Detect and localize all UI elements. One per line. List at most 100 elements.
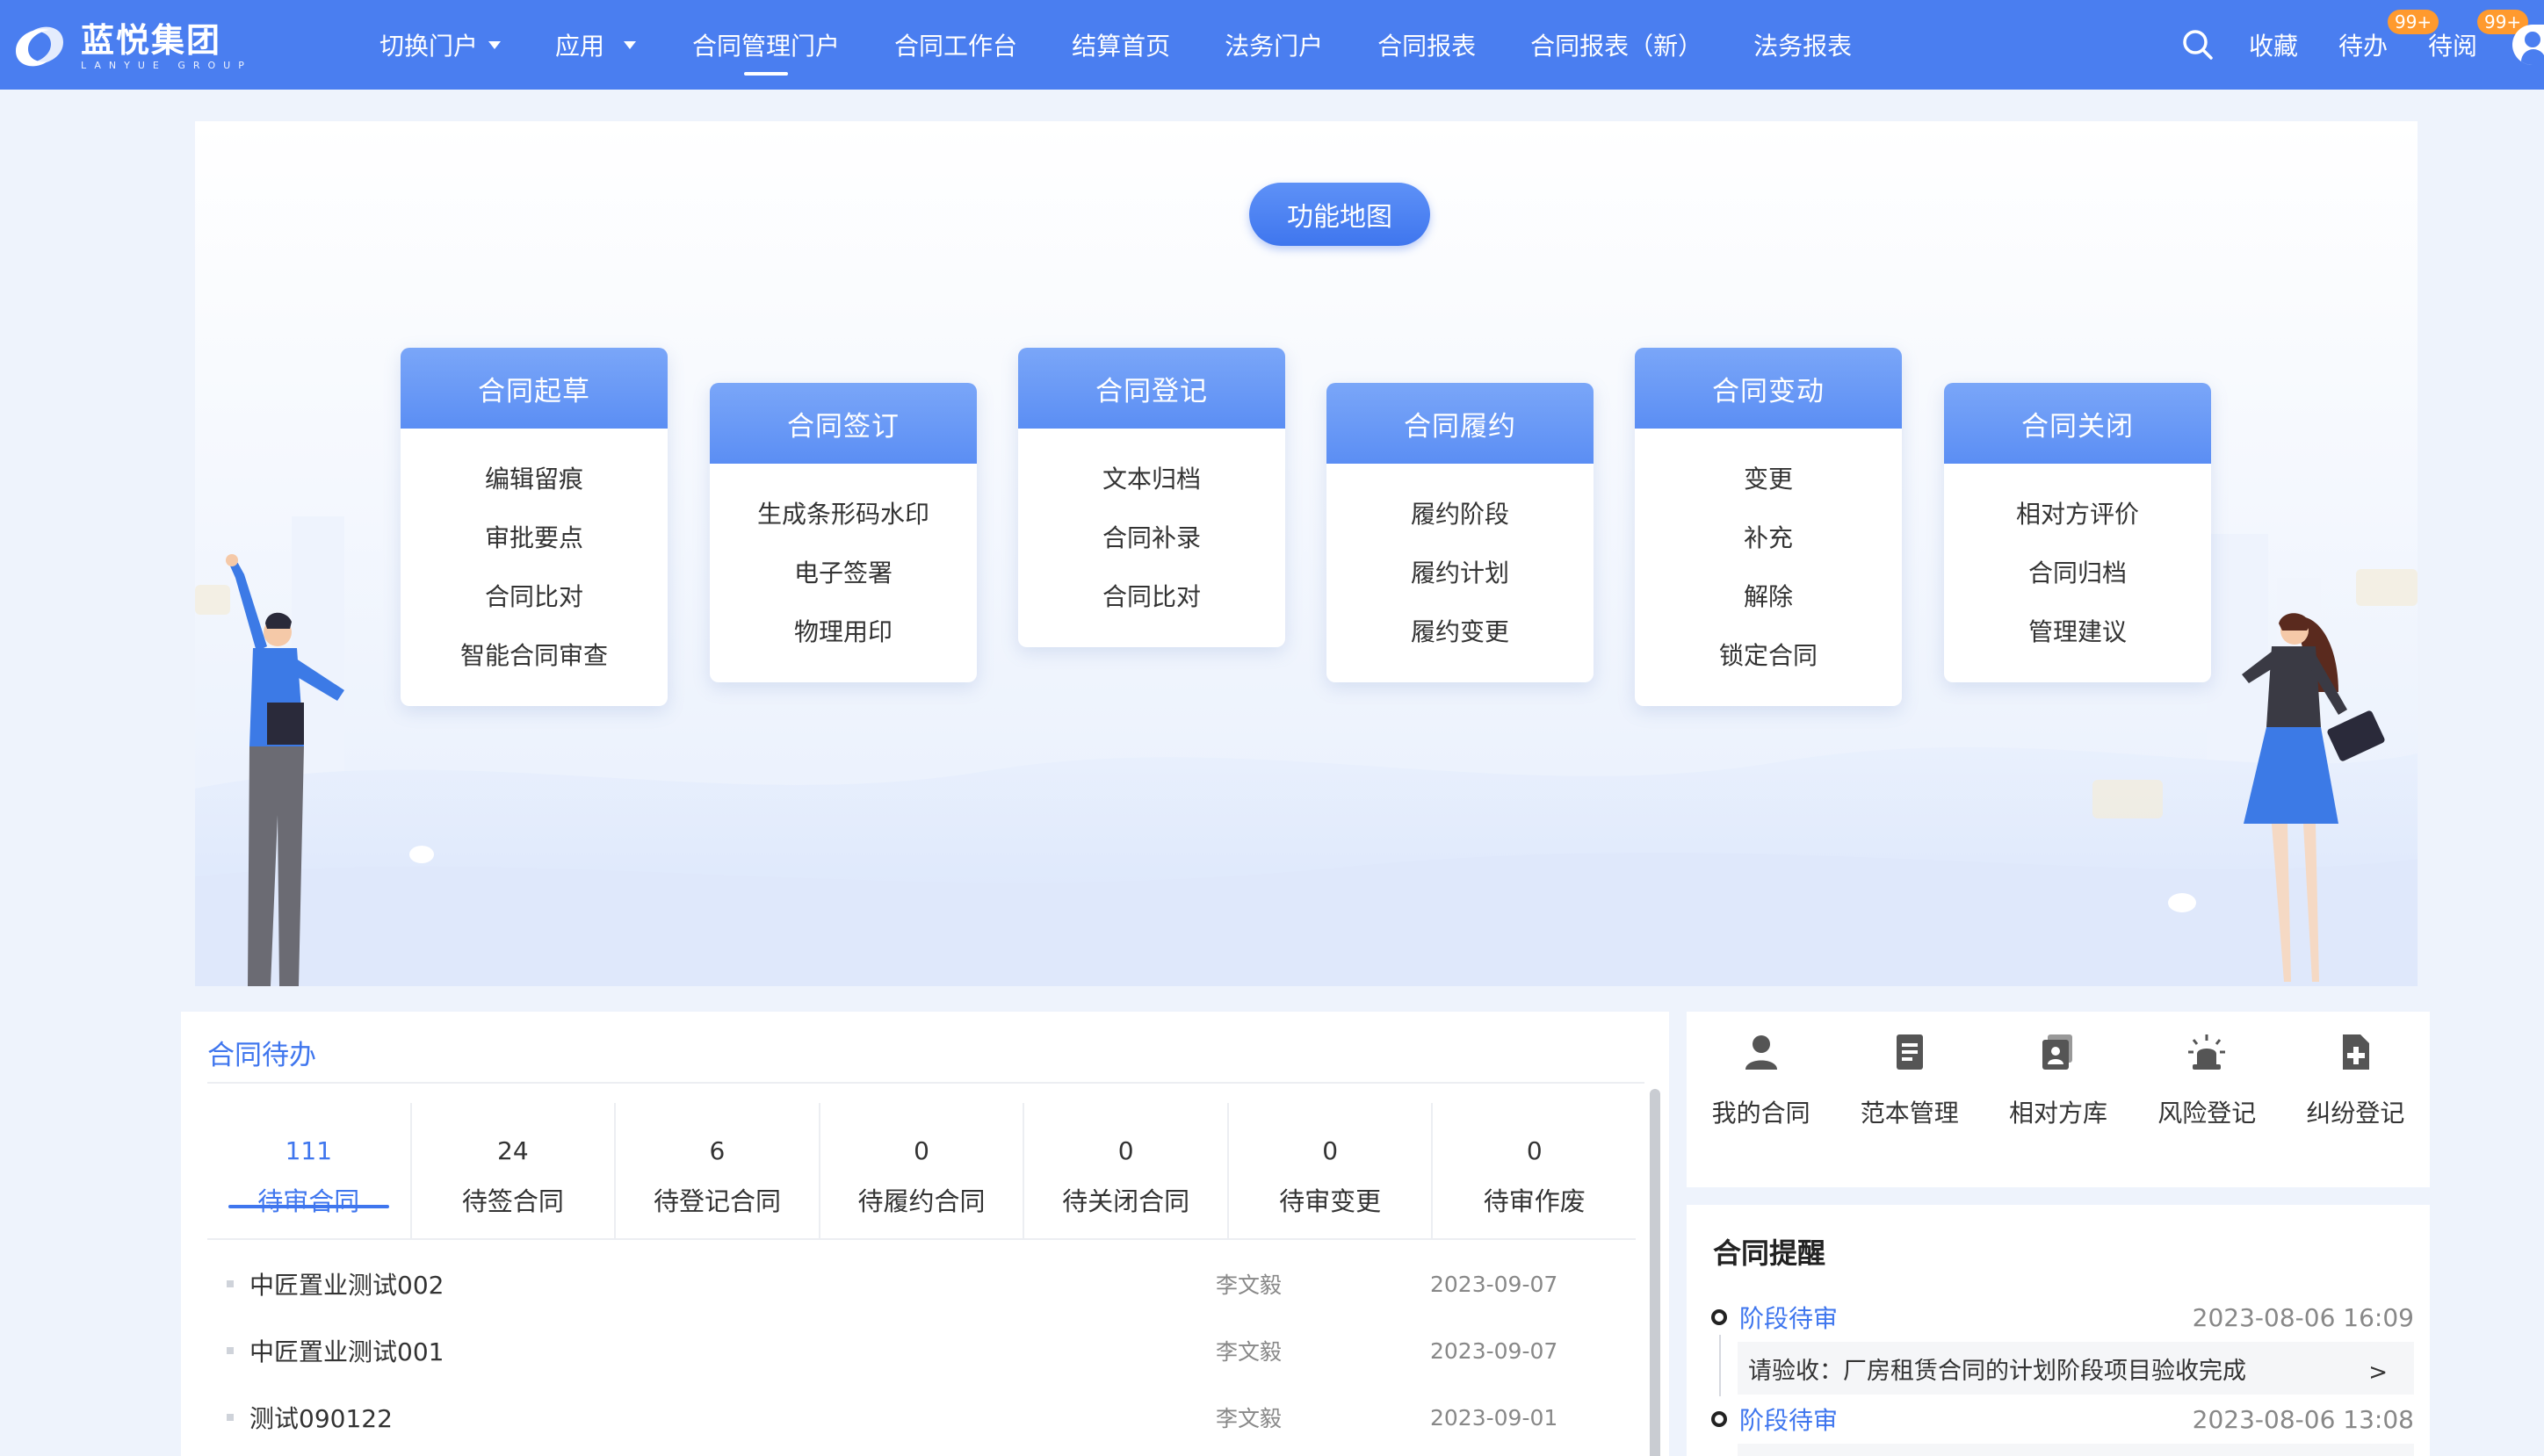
shortcut-label: 相对方库 [2009, 1099, 2108, 1128]
card-contract-signing: 合同签订 生成条形码水印 电子签署 物理用印 [710, 383, 977, 682]
card-link[interactable]: 合同比对 [401, 566, 668, 624]
brand-name: 蓝悦集团 [81, 21, 222, 60]
nav-contract-report[interactable]: 合同报表 [1377, 0, 1476, 90]
tab-label: 待签合同 [461, 1186, 564, 1216]
nav-contract-portal[interactable]: 合同管理门户 [692, 0, 840, 90]
card-link[interactable]: 合同补录 [1018, 507, 1285, 566]
top-navbar: 蓝悦集团 LANYUE GROUP 切换门户 应用 合同管理门户 合同工作台 结… [0, 0, 2544, 90]
tab-label: 待审合同 [257, 1186, 360, 1216]
card-link[interactable]: 编辑留痕 [401, 448, 668, 507]
tab-pending-close[interactable]: 0 待关闭合同 [1024, 1103, 1229, 1238]
toread-link[interactable]: 待阅 99+ [2427, 10, 2529, 62]
todo-scrollbar[interactable] [1650, 1089, 1660, 1456]
reminder-content[interactable]: 请验收：厂房租赁合同的计划阶段项目验收完成 > [1738, 1342, 2414, 1395]
shortcut-risk-registration[interactable]: 风险登记 [2133, 1012, 2281, 1187]
card-link[interactable]: 解除 [1635, 566, 1902, 624]
card-link[interactable]: 文本归档 [1018, 448, 1285, 507]
contract-reminder-panel: 合同提醒 阶段待审 2023-08-06 16:09 请验收：厂房租赁合同的计划… [1687, 1205, 2430, 1456]
todo-link[interactable]: 待办 99+ [2338, 10, 2439, 62]
list-item[interactable]: 中匠置业测试001 李文毅 2023-09-07 [207, 1317, 1644, 1384]
tab-label: 待审作废 [1483, 1186, 1586, 1216]
tab-count: 24 [497, 1136, 529, 1165]
card-contract-performance: 合同履约 履约阶段 履约计划 履约变更 [1326, 383, 1594, 682]
nav-label: 合同工作台 [894, 32, 1018, 61]
reminder-content[interactable] [1738, 1444, 2414, 1456]
tab-pending-review[interactable]: 111 待审合同 [207, 1103, 412, 1238]
card-link[interactable]: 智能合同审查 [401, 624, 668, 683]
card-link[interactable]: 物理用印 [710, 601, 977, 660]
nav-label: 合同报表 [1377, 32, 1477, 61]
nav-legal-portal[interactable]: 法务门户 [1225, 0, 1323, 90]
bullet-icon [227, 1414, 234, 1421]
nav-actions: 收藏 待办 99+ 待阅 99+ [2180, 0, 2544, 90]
tab-pending-sign[interactable]: 24 待签合同 [412, 1103, 617, 1238]
card-link[interactable]: 履约阶段 [1326, 483, 1594, 542]
tab-label: 待履约合同 [857, 1186, 986, 1216]
card-contract-registration: 合同登记 文本归档 合同补录 合同比对 [1018, 348, 1285, 647]
nav-label: 法务门户 [1225, 32, 1324, 61]
tab-count: 0 [1322, 1136, 1339, 1165]
card-link[interactable]: 生成条形码水印 [710, 483, 977, 542]
list-item[interactable]: 中匠置业测试002 李文毅 2023-09-07 [207, 1251, 1644, 1317]
tab-pending-registration[interactable]: 6 待登记合同 [616, 1103, 820, 1238]
tab-count: 0 [1526, 1136, 1543, 1165]
list-item[interactable]: 测试090122 李文毅 2023-09-01 [207, 1384, 1644, 1451]
brand-logo[interactable]: 蓝悦集团 LANYUE GROUP [9, 19, 252, 74]
shortcut-dispute-registration[interactable]: 纠纷登记 [2281, 1012, 2430, 1187]
tab-label: 待登记合同 [653, 1186, 781, 1216]
shortcut-label: 风险登记 [2157, 1099, 2257, 1128]
card-link[interactable]: 合同比对 [1018, 566, 1285, 624]
card-link[interactable]: 锁定合同 [1635, 624, 1902, 683]
tab-pending-void[interactable]: 0 待审作废 [1433, 1103, 1636, 1238]
reminder-item: 阶段待审 2023-08-06 13:08 [1711, 1395, 2414, 1456]
toread-label: 待阅 [2427, 32, 2477, 61]
card-link[interactable]: 补充 [1635, 507, 1902, 566]
tab-count: 111 [285, 1136, 333, 1165]
card-title: 合同变动 [1635, 348, 1902, 429]
nav-label: 应用 [555, 32, 605, 61]
nav-settlement-home[interactable]: 结算首页 [1072, 0, 1170, 90]
shortcut-counterparties[interactable]: 相对方库 [1984, 1012, 2132, 1187]
nav-switch-portal[interactable]: 切换门户 [379, 0, 502, 90]
search-icon[interactable] [2180, 27, 2215, 62]
reminder-type[interactable]: 阶段待审 [1739, 1402, 1838, 1437]
date: 2023-09-07 [1430, 1271, 1558, 1297]
card-link[interactable]: 管理建议 [1944, 601, 2211, 660]
main-nav: 切换门户 应用 合同管理门户 合同工作台 结算首页 法务门户 合同报表 合同报表… [351, 0, 1852, 90]
card-contract-closing: 合同关闭 相对方评价 合同归档 管理建议 [1944, 383, 2211, 682]
nav-contract-report-new[interactable]: 合同报表（新） [1530, 0, 1702, 90]
card-link[interactable]: 变更 [1635, 448, 1902, 507]
card-link[interactable]: 相对方评价 [1944, 483, 2211, 542]
card-link[interactable]: 履约计划 [1326, 542, 1594, 601]
todo-list: 中匠置业测试002 李文毅 2023-09-07 中匠置业测试001 李文毅 2… [207, 1251, 1644, 1451]
card-link[interactable]: 履约变更 [1326, 601, 1594, 660]
user-avatar[interactable] [2512, 25, 2544, 65]
reminder-time: 2023-08-06 16:09 [2192, 1302, 2414, 1332]
card-link[interactable]: 电子签署 [710, 542, 977, 601]
submitter: 李文毅 [1216, 1339, 1283, 1365]
timeline-connector [1719, 1335, 1721, 1396]
date: 2023-09-07 [1430, 1337, 1558, 1364]
nav-label: 结算首页 [1072, 32, 1171, 61]
shortcut-templates[interactable]: 范本管理 [1835, 1012, 1984, 1187]
nav-apps[interactable]: 应用 [555, 0, 637, 90]
reminder-type[interactable]: 阶段待审 [1739, 1300, 1838, 1335]
card-link[interactable]: 合同归档 [1944, 542, 2211, 601]
favorites-link[interactable]: 收藏 [2249, 27, 2298, 62]
submitter: 李文毅 [1216, 1406, 1283, 1431]
caret-down-icon [624, 40, 637, 49]
panel-title: 合同提醒 [1713, 1236, 1826, 1270]
card-title: 合同签订 [710, 383, 977, 464]
file-plus-icon [2343, 1034, 2370, 1070]
lanyue-logo-icon [16, 26, 63, 67]
tab-pending-performance[interactable]: 0 待履约合同 [820, 1103, 1025, 1238]
card-title: 合同起草 [401, 348, 668, 429]
reminder-timeline: 阶段待审 2023-08-06 16:09 请验收：厂房租赁合同的计划阶段项目验… [1711, 1293, 2414, 1456]
shortcut-my-contracts[interactable]: 我的合同 [1687, 1012, 1835, 1187]
tab-pending-change[interactable]: 0 待审变更 [1229, 1103, 1434, 1238]
reminder-item: 阶段待审 2023-08-06 16:09 请验收：厂房租赁合同的计划阶段项目验… [1711, 1293, 2414, 1396]
nav-legal-report[interactable]: 法务报表 [1753, 0, 1852, 90]
nav-contract-workbench[interactable]: 合同工作台 [894, 0, 1017, 90]
card-link[interactable]: 审批要点 [401, 507, 668, 566]
timeline-dot-icon [1711, 1411, 1727, 1427]
